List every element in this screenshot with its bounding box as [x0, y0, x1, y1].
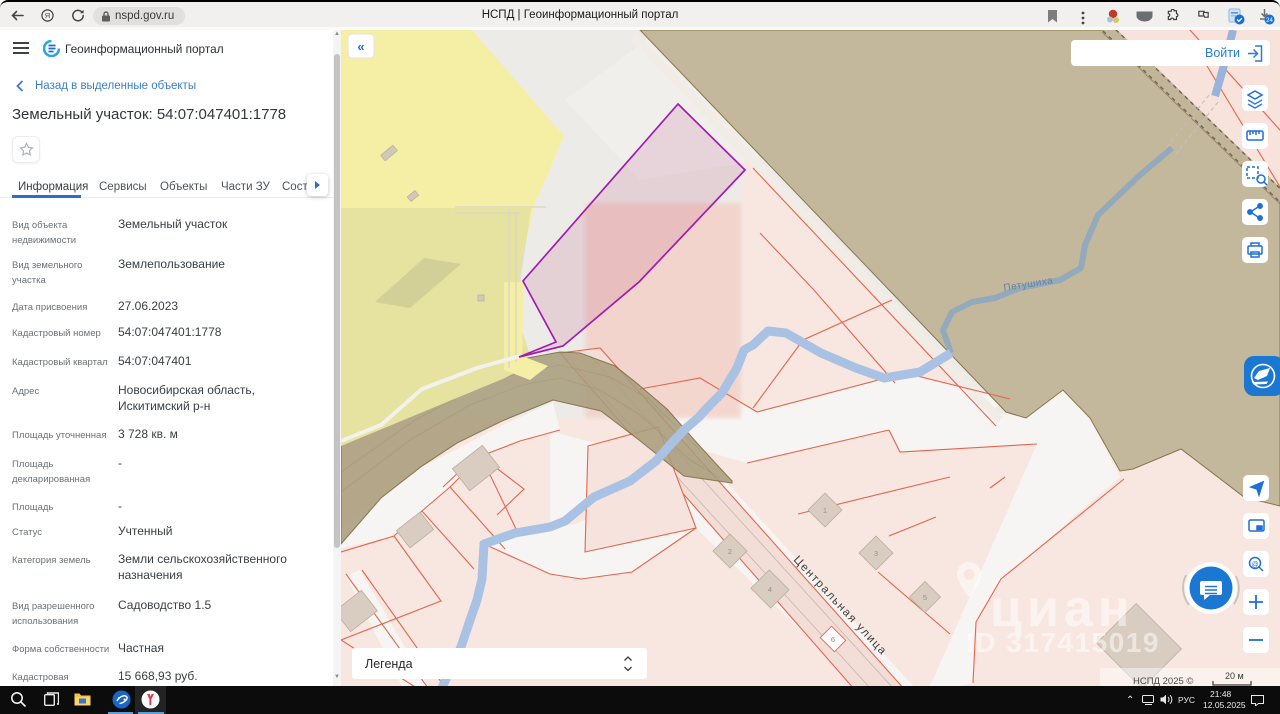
svg-text:@: @: [1251, 562, 1258, 569]
svg-text:Войти: Войти: [1205, 46, 1240, 60]
svg-text:2: 2: [728, 547, 732, 556]
svg-text:Я: Я: [45, 11, 50, 20]
svg-text:1: 1: [823, 506, 827, 515]
svg-text:Легенда: Легенда: [365, 657, 413, 671]
svg-text:НСПД 2025 ©: НСПД 2025 ©: [1133, 676, 1193, 686]
svg-text:5: 5: [923, 593, 927, 602]
svg-text:24: 24: [1266, 18, 1273, 24]
svg-text:3: 3: [874, 549, 878, 558]
svg-text:ID 317415019: ID 317415019: [966, 627, 1160, 658]
svg-text:4: 4: [768, 585, 772, 594]
svg-text:20 м: 20 м: [1225, 671, 1244, 681]
svg-text:«: «: [357, 39, 364, 54]
svg-text:6: 6: [831, 635, 835, 644]
